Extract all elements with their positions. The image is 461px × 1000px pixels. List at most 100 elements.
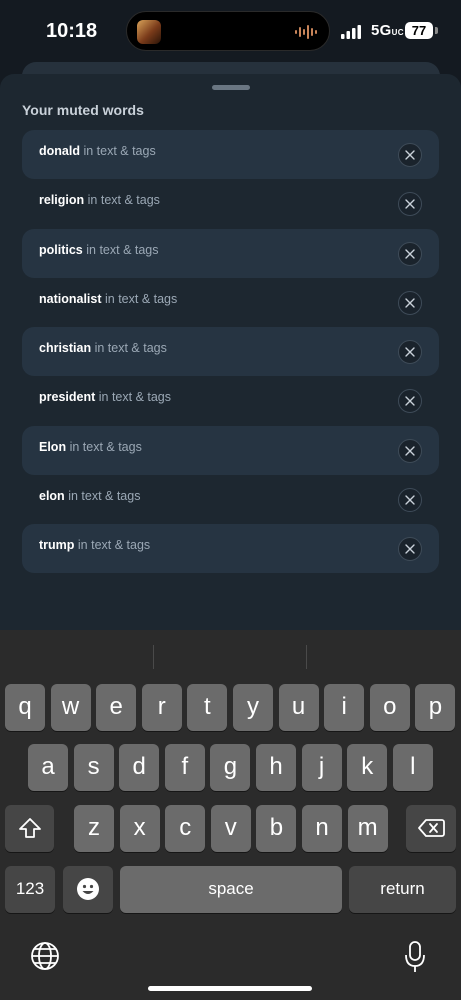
muted-word-label: Elon in text & tags bbox=[39, 440, 142, 454]
muted-word-scope: in text & tags bbox=[77, 538, 151, 553]
key-p[interactable]: p bbox=[415, 684, 456, 731]
key-k[interactable]: k bbox=[347, 744, 388, 791]
muted-word-row: Elon in text & tags bbox=[22, 425, 439, 475]
muted-word: christian bbox=[39, 341, 92, 356]
status-time: 10:18 bbox=[46, 20, 98, 42]
key-i[interactable]: i bbox=[324, 684, 365, 731]
remove-muted-word-button[interactable] bbox=[398, 389, 422, 414]
audio-waveform-icon bbox=[295, 25, 317, 39]
key-f[interactable]: f bbox=[164, 744, 205, 791]
muted-word-label: christian in text & tags bbox=[39, 341, 167, 355]
remove-muted-word-button[interactable] bbox=[398, 290, 422, 315]
muted-word-scope: in text & tags bbox=[94, 341, 167, 356]
key-u[interactable]: u bbox=[278, 684, 319, 731]
close-icon bbox=[405, 347, 415, 357]
delete-key[interactable] bbox=[406, 805, 456, 852]
space-key[interactable]: space bbox=[120, 866, 342, 913]
muted-word-row: nationalist in text & tags bbox=[22, 278, 439, 327]
numbers-key[interactable]: 123 bbox=[5, 866, 55, 913]
key-g[interactable]: g bbox=[210, 744, 251, 791]
muted-words-sheet: Your muted words donald in text & tags re… bbox=[0, 74, 461, 634]
remove-muted-word-button[interactable] bbox=[398, 488, 422, 513]
key-e[interactable]: e bbox=[96, 684, 137, 731]
remove-muted-word-button[interactable] bbox=[398, 537, 422, 562]
key-b[interactable]: b bbox=[256, 805, 297, 852]
close-icon bbox=[405, 446, 415, 456]
key-z[interactable]: z bbox=[74, 805, 114, 852]
muted-word-row: elon in text & tags bbox=[22, 475, 439, 524]
battery-icon: 77 bbox=[405, 22, 433, 39]
key-d[interactable]: d bbox=[119, 744, 160, 791]
muted-word-scope: in text & tags bbox=[98, 390, 172, 405]
muted-word-label: politics in text & tags bbox=[39, 243, 159, 257]
suggestion-divider bbox=[153, 645, 154, 669]
muted-word-scope: in text & tags bbox=[105, 291, 178, 306]
key-h[interactable]: h bbox=[256, 744, 296, 791]
muted-word: Elon bbox=[39, 439, 67, 454]
sheet-grabber[interactable] bbox=[212, 85, 250, 90]
delete-icon bbox=[418, 819, 445, 837]
now-playing-artwork bbox=[137, 20, 161, 44]
key-t[interactable]: t bbox=[187, 684, 228, 731]
muted-word: nationalist bbox=[39, 291, 102, 306]
section-title: Your muted words bbox=[22, 102, 144, 118]
muted-word: donald bbox=[39, 144, 80, 158]
muted-word-row: donald in text & tags bbox=[22, 130, 439, 179]
remove-muted-word-button[interactable] bbox=[398, 192, 422, 217]
key-o[interactable]: o bbox=[369, 684, 410, 731]
microphone-icon[interactable] bbox=[403, 940, 427, 974]
keyboard: 123 space return qwertyuiop asdfghjkl zxcv… bbox=[0, 630, 461, 1000]
dynamic-island[interactable] bbox=[126, 11, 330, 51]
muted-word-row: president in text & tags bbox=[22, 376, 439, 425]
muted-word-row: politics in text & tags bbox=[22, 228, 439, 278]
shift-key[interactable] bbox=[5, 805, 54, 852]
muted-word: elon bbox=[39, 489, 65, 504]
home-indicator[interactable] bbox=[148, 986, 312, 991]
muted-word-scope: in text & tags bbox=[87, 193, 160, 208]
muted-word-label: president in text & tags bbox=[39, 390, 171, 404]
key-w[interactable]: w bbox=[50, 684, 91, 731]
key-j[interactable]: j bbox=[301, 744, 342, 791]
remove-muted-word-button[interactable] bbox=[398, 143, 422, 167]
key-x[interactable]: x bbox=[119, 805, 160, 852]
muted-word: politics bbox=[39, 242, 83, 257]
muted-word-scope: in text & tags bbox=[83, 144, 156, 158]
muted-word-label: elon in text & tags bbox=[39, 489, 140, 503]
close-icon bbox=[405, 495, 415, 505]
emoji-icon bbox=[77, 878, 99, 900]
muted-words-list: donald in text & tags religion in text & … bbox=[22, 130, 439, 574]
key-y[interactable]: y bbox=[233, 684, 273, 731]
key-l[interactable]: l bbox=[392, 744, 433, 791]
close-icon bbox=[405, 544, 415, 555]
key-n[interactable]: n bbox=[302, 805, 342, 852]
muted-word-row: religion in text & tags bbox=[22, 179, 439, 228]
close-icon bbox=[405, 396, 415, 407]
emoji-key[interactable] bbox=[63, 866, 113, 913]
key-v[interactable]: v bbox=[210, 805, 251, 852]
globe-icon[interactable] bbox=[30, 941, 60, 971]
close-icon bbox=[405, 150, 415, 160]
remove-muted-word-button[interactable] bbox=[398, 438, 422, 463]
key-m[interactable]: m bbox=[347, 805, 388, 852]
remove-muted-word-button[interactable] bbox=[398, 340, 422, 365]
close-icon bbox=[405, 298, 415, 308]
battery-tip bbox=[435, 27, 438, 34]
muted-word-label: religion in text & tags bbox=[39, 193, 160, 207]
muted-word-row: trump in text & tags bbox=[22, 524, 439, 574]
muted-word: religion bbox=[39, 193, 85, 208]
cellular-signal-icon bbox=[341, 25, 361, 39]
muted-word-label: donald in text & tags bbox=[39, 144, 156, 158]
key-a[interactable]: a bbox=[28, 744, 68, 791]
key-q[interactable]: q bbox=[5, 684, 45, 731]
suggestion-divider bbox=[306, 645, 307, 669]
muted-word: trump bbox=[39, 538, 75, 553]
network-type: 5GUC bbox=[371, 22, 404, 39]
remove-muted-word-button[interactable] bbox=[398, 241, 422, 266]
muted-word-scope: in text & tags bbox=[86, 242, 159, 257]
key-s[interactable]: s bbox=[73, 744, 114, 791]
key-r[interactable]: r bbox=[141, 684, 182, 731]
muted-word-row: christian in text & tags bbox=[22, 327, 439, 377]
key-c[interactable]: c bbox=[165, 805, 206, 852]
return-key[interactable]: return bbox=[349, 866, 456, 913]
muted-word-label: nationalist in text & tags bbox=[39, 292, 177, 306]
